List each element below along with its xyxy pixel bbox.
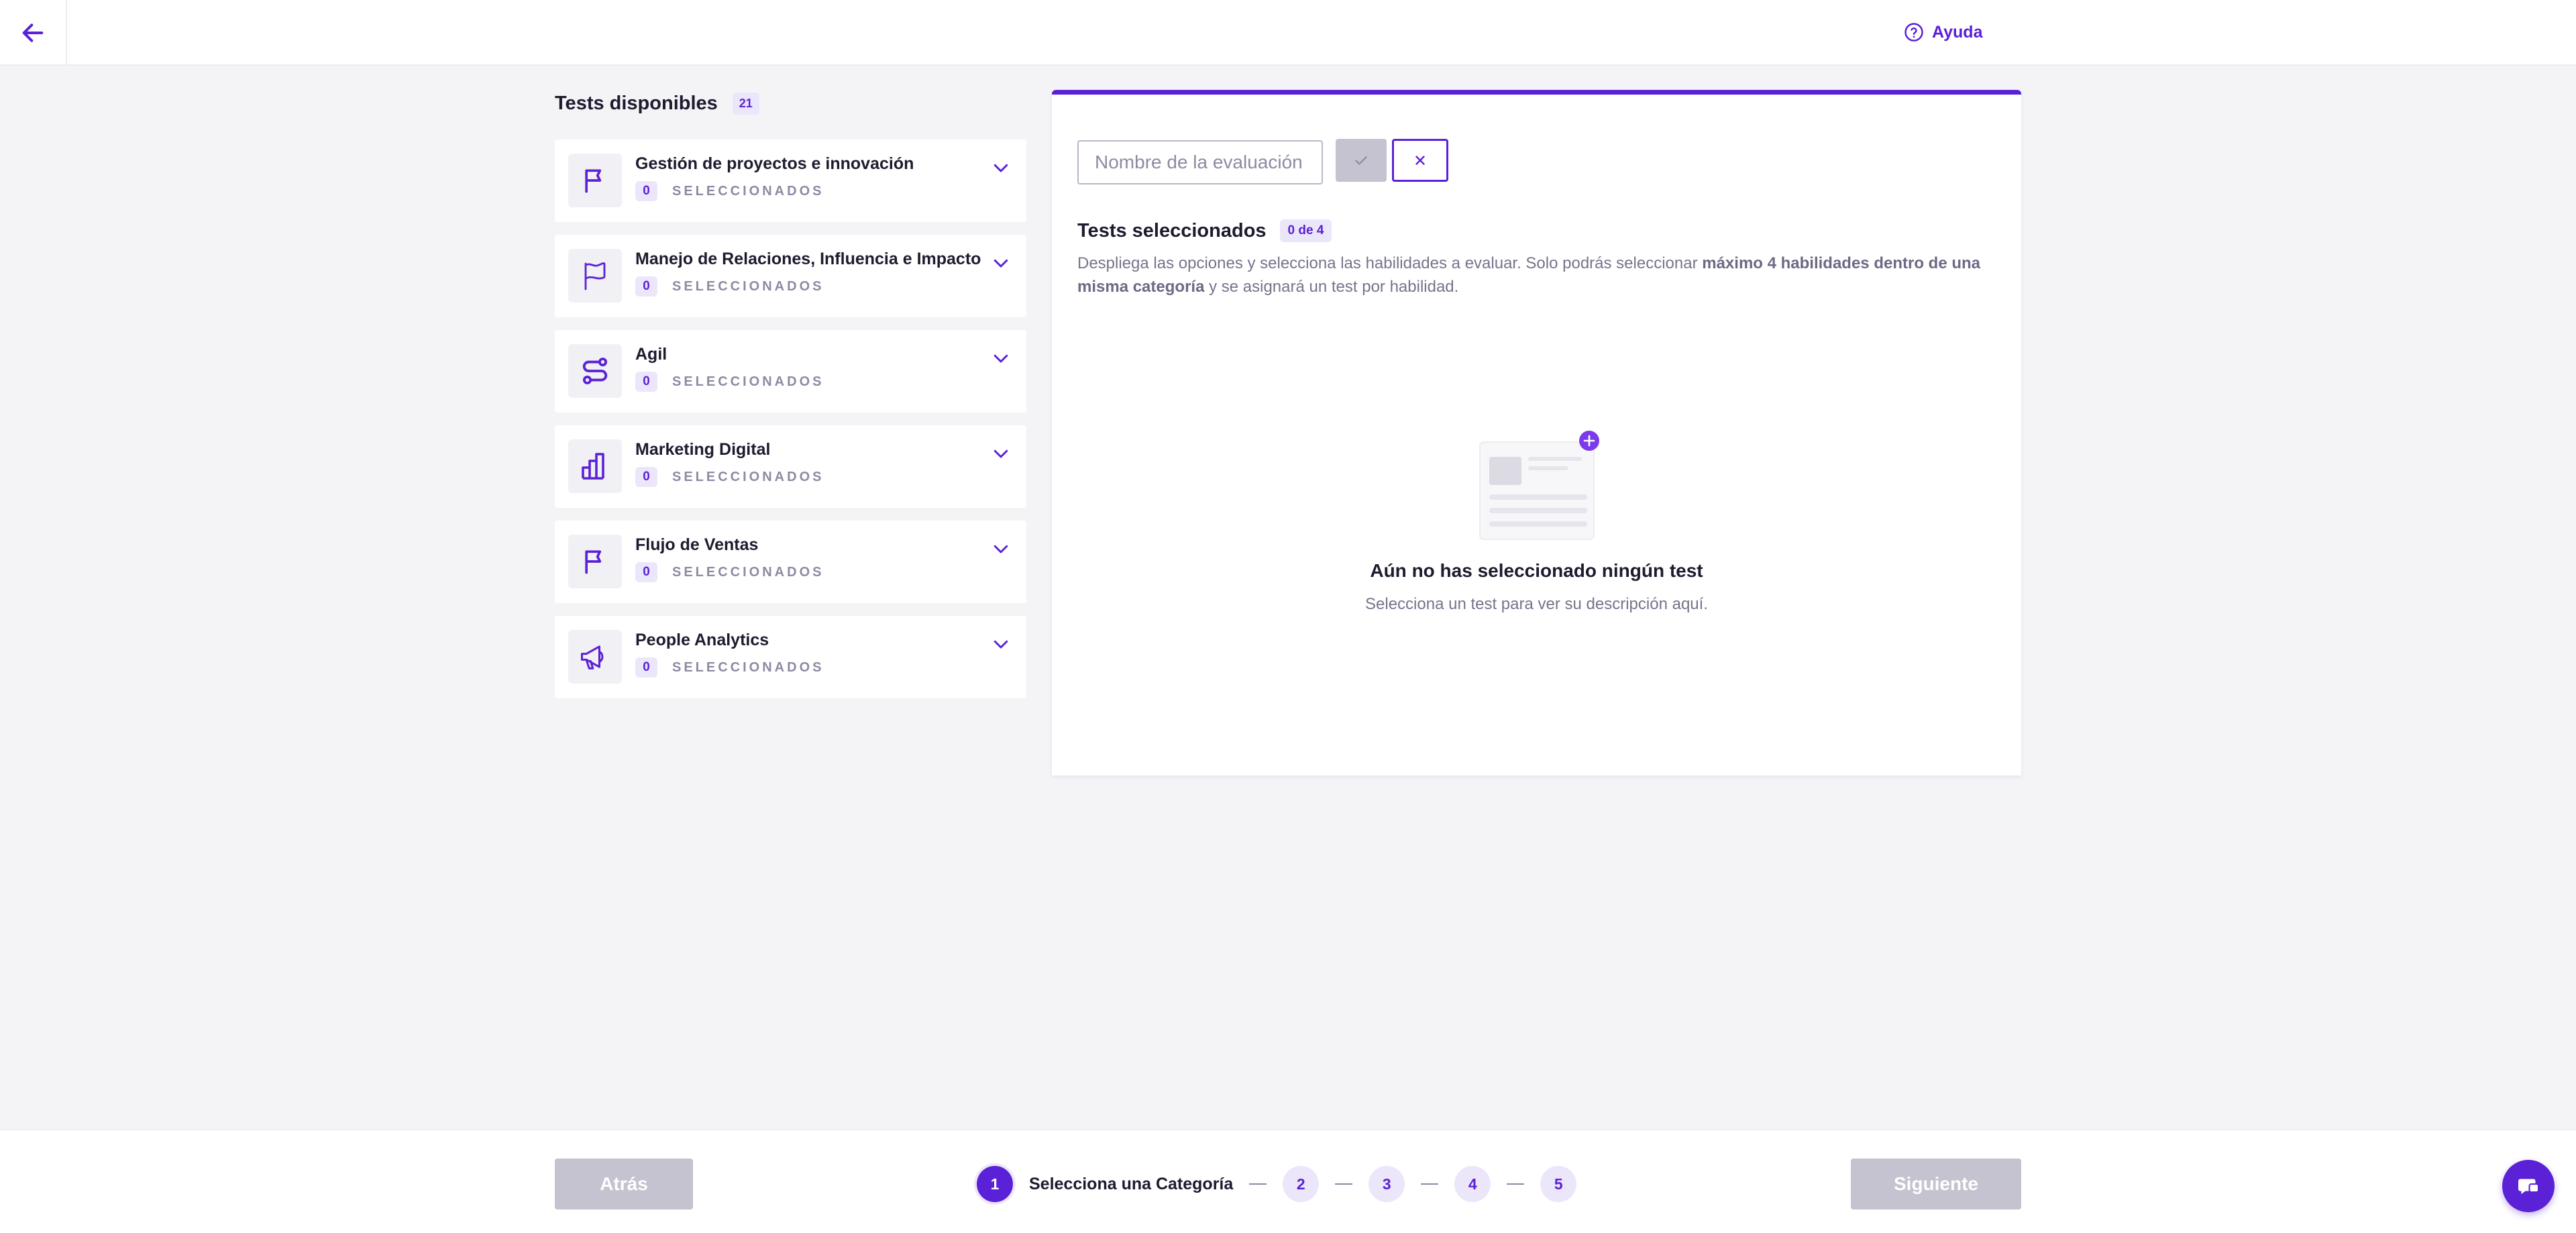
category-name: People Analytics (635, 631, 769, 649)
expand-category-button[interactable] (990, 538, 1012, 559)
chevron-down-icon (994, 545, 1008, 553)
confirm-name-button[interactable] (1336, 139, 1387, 182)
step-separator (1335, 1183, 1353, 1185)
chevron-down-icon (994, 640, 1008, 649)
selection-instructions: Despliega las opciones y selecciona las … (1077, 252, 2003, 299)
category-selected-row: 0 SELECCIONADOS (635, 372, 824, 392)
footer-bar: Atrás 1 Selecciona una Categoría 2 3 4 5… (0, 1129, 2576, 1233)
category-name: Gestión de proyectos e innovación (635, 154, 914, 173)
category-selected-row: 0 SELECCIONADOS (635, 467, 824, 487)
empty-state: Aún no has seleccionado ningún test Sele… (1052, 430, 2021, 614)
chevron-down-icon (994, 449, 1008, 458)
check-icon (1355, 156, 1367, 165)
flag-outline-icon (584, 262, 606, 290)
category-name: Marketing Digital (635, 440, 771, 459)
category-selected-label: SELECCIONADOS (672, 374, 824, 389)
expand-category-button[interactable] (990, 347, 1012, 369)
category-selected-row: 0 SELECCIONADOS (635, 562, 824, 582)
flag-icon (585, 169, 602, 193)
megaphone-icon (580, 645, 604, 669)
help-link[interactable]: Ayuda (1904, 19, 1982, 46)
expand-category-button[interactable] (990, 157, 1012, 178)
expand-category-button[interactable] (990, 633, 1012, 655)
available-tests-count: 21 (732, 92, 759, 115)
step-separator (1507, 1183, 1525, 1185)
route-icon (582, 358, 608, 384)
flag-icon (585, 550, 602, 574)
wizard-stepper: 1 Selecciona una Categoría 2 3 4 5 (977, 1165, 1577, 1203)
back-step-button[interactable]: Atrás (555, 1159, 693, 1210)
category-icon-box (568, 630, 622, 684)
category-card-gestion[interactable]: Gestión de proyectos e innovación 0 SELE… (555, 140, 1026, 222)
category-selected-count: 0 (635, 657, 657, 678)
chat-icon (2518, 1179, 2540, 1194)
category-card-marketing[interactable]: Marketing Digital 0 SELECCIONADOS (555, 425, 1026, 508)
step-separator (1249, 1183, 1267, 1185)
empty-state-title: Aún no has seleccionado ningún test (1370, 560, 1703, 581)
top-bar: Ayuda (0, 0, 2576, 66)
evaluation-name-input[interactable] (1077, 140, 1323, 184)
help-label: Ayuda (1932, 22, 1983, 42)
category-icon-box (568, 154, 622, 207)
empty-state-subtitle: Selecciona un test para ver su descripci… (1365, 595, 1708, 613)
chevron-down-icon (994, 164, 1008, 172)
category-selected-label: SELECCIONADOS (672, 564, 824, 580)
step-1[interactable]: 1 (977, 1166, 1013, 1202)
step-3[interactable]: 3 (1368, 1166, 1405, 1202)
arrow-left-icon (22, 23, 44, 42)
step-2[interactable]: 2 (1283, 1166, 1320, 1202)
selected-tests-title: Tests seleccionados (1077, 219, 1267, 242)
category-selected-count: 0 (635, 372, 657, 392)
cancel-name-button[interactable] (1392, 139, 1448, 182)
category-selected-count: 0 (635, 276, 657, 297)
category-selected-label: SELECCIONADOS (672, 183, 824, 199)
selected-tests-header: Tests seleccionados 0 de 4 (1077, 219, 1332, 242)
instructions-text: Despliega las opciones y selecciona las … (1077, 254, 1703, 272)
category-selected-count: 0 (635, 562, 657, 582)
category-icon-box (568, 535, 622, 588)
category-selected-label: SELECCIONADOS (672, 469, 824, 484)
available-tests-title: Tests disponibles (555, 92, 718, 114)
instructions-text-end: y se asignará un test por habilidad. (1204, 278, 1459, 296)
category-card-people-analytics[interactable]: People Analytics 0 SELECCIONADOS (555, 616, 1026, 698)
question-circle-icon (1904, 23, 1923, 42)
empty-document-illustration (1473, 430, 1601, 544)
category-selected-label: SELECCIONADOS (672, 659, 824, 675)
selected-tests-panel: Tests seleccionados 0 de 4 Despliega las… (1052, 90, 2021, 775)
category-card-relaciones[interactable]: Manejo de Relaciones, Influencia e Impac… (555, 235, 1026, 317)
expand-category-button[interactable] (990, 252, 1012, 274)
chat-button[interactable] (2502, 1160, 2555, 1212)
category-name: Agil (635, 345, 667, 364)
chevron-down-icon (994, 259, 1008, 268)
step-1-label: Selecciona una Categoría (1029, 1174, 1234, 1193)
category-selected-label: SELECCIONADOS (672, 278, 824, 294)
back-button[interactable] (0, 0, 67, 66)
chevron-down-icon (994, 354, 1008, 363)
step-4[interactable]: 4 (1454, 1166, 1491, 1202)
selected-tests-count: 0 de 4 (1279, 219, 1332, 242)
category-card-ventas[interactable]: Flujo de Ventas 0 SELECCIONADOS (555, 521, 1026, 603)
category-selected-count: 0 (635, 467, 657, 487)
category-card-agil[interactable]: Agil 0 SELECCIONADOS (555, 330, 1026, 413)
step-5[interactable]: 5 (1540, 1166, 1577, 1202)
step-separator (1421, 1183, 1439, 1185)
category-icon-box (568, 249, 622, 303)
available-tests-header: Tests disponibles 21 (555, 90, 759, 117)
expand-category-button[interactable] (990, 443, 1012, 464)
category-selected-row: 0 SELECCIONADOS (635, 657, 824, 678)
category-selected-row: 0 SELECCIONADOS (635, 276, 824, 297)
category-selected-row: 0 SELECCIONADOS (635, 181, 824, 201)
next-step-button[interactable]: Siguiente (1851, 1159, 2021, 1210)
category-name: Flujo de Ventas (635, 535, 759, 554)
bar-chart-icon (582, 453, 604, 480)
category-icon-box (568, 439, 622, 493)
category-selected-count: 0 (635, 181, 657, 201)
category-name: Manejo de Relaciones, Influencia e Impac… (635, 250, 981, 268)
close-icon (1415, 156, 1425, 165)
category-icon-box (568, 344, 622, 398)
